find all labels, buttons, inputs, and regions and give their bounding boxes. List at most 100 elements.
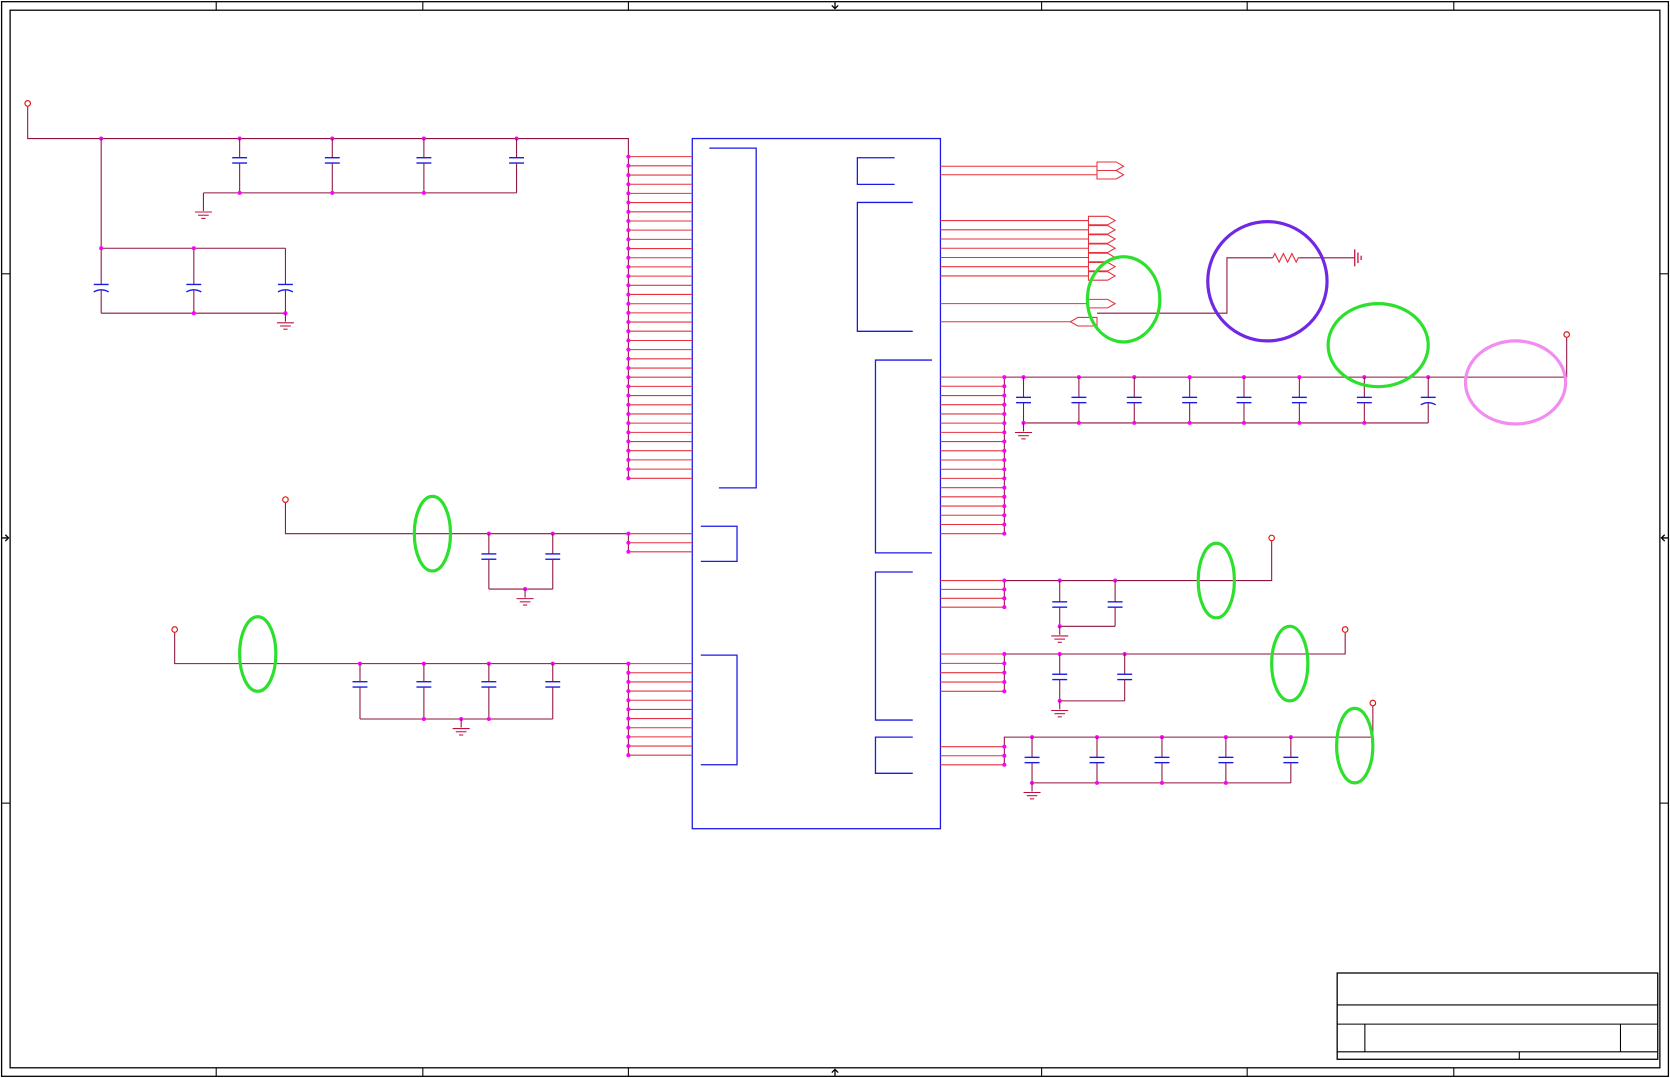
junction-dot [1094, 780, 1100, 785]
junction-dot [1002, 448, 1007, 453]
junction-dot [1002, 513, 1007, 518]
junction-dot [626, 457, 631, 462]
junction-dot [1132, 420, 1137, 425]
junction-dot [1002, 384, 1007, 389]
junction-dot [626, 421, 631, 426]
junction-dot [1002, 411, 1007, 416]
junction-dot [626, 670, 631, 675]
junction-dot [1076, 420, 1081, 425]
junction-dot [626, 255, 631, 260]
junction-dot [626, 292, 631, 297]
power-port-icon [1268, 534, 1276, 542]
power-port-icon [1369, 699, 1377, 707]
junction-dot [626, 347, 631, 352]
junction-dot [626, 329, 631, 334]
junction-dot [626, 228, 631, 233]
junction-dot [1002, 689, 1007, 694]
junction-dot [626, 402, 631, 407]
junction-dot [1002, 652, 1007, 657]
junction-dot [626, 540, 631, 545]
junction-dot [1002, 605, 1007, 610]
junction-dot [1002, 596, 1007, 601]
junction-dot [421, 716, 426, 722]
junction-dot [1223, 780, 1228, 785]
junction-dot [1002, 421, 1007, 426]
power-port-icon [282, 496, 289, 503]
junction-dot [1002, 467, 1007, 472]
junction-dot [626, 467, 631, 472]
junction-dot [626, 716, 631, 721]
power-port-icon [1341, 626, 1349, 633]
junction-dot [626, 264, 631, 269]
junction-dot [1002, 753, 1007, 758]
junction-dot [626, 448, 631, 453]
junction-dot [191, 311, 196, 316]
junction-dot [626, 476, 631, 481]
junction-dot [626, 237, 631, 242]
junction-dot [1002, 393, 1007, 398]
junction-dot [1002, 439, 1007, 444]
junction-dot [626, 200, 631, 205]
junction-dot [626, 218, 631, 223]
junction-dot [1002, 485, 1007, 490]
junction-dot [486, 716, 491, 722]
junction-dot [1002, 375, 1007, 380]
junction-dot [1002, 430, 1007, 435]
junction-dot [626, 182, 631, 187]
junction-dot [626, 366, 631, 371]
power-port-icon [24, 100, 32, 107]
junction-dot [626, 338, 631, 343]
junction-dot [1002, 402, 1007, 407]
junction-dot [1159, 780, 1164, 785]
junction-dot [421, 190, 426, 195]
junction-dot [1002, 476, 1007, 481]
junction-dot [237, 190, 242, 195]
sheet-background [0, 0, 1670, 1078]
junction-dot [191, 246, 196, 251]
junction-dot [626, 384, 631, 389]
junction-dot [1002, 670, 1007, 675]
junction-dot [626, 209, 631, 214]
junction-dot [626, 707, 631, 712]
junction-dot [626, 393, 631, 398]
junction-dot [626, 753, 631, 758]
junction-dot [330, 190, 335, 195]
junction-dot [1002, 661, 1007, 666]
junction-dot [626, 173, 631, 178]
junction-dot [626, 549, 631, 554]
junction-dot [626, 320, 631, 325]
junction-dot [626, 411, 631, 416]
junction-dot [1002, 587, 1007, 592]
junction-dot [1002, 680, 1007, 685]
junction-dot [626, 744, 631, 749]
junction-dot [1002, 531, 1007, 536]
junction-dot [1187, 420, 1192, 425]
junction-dot [626, 725, 631, 730]
junction-dot [626, 301, 631, 306]
junction-dot [1002, 578, 1007, 583]
junction-dot [626, 154, 631, 159]
junction-dot [626, 310, 631, 315]
schematic-sheet [0, 0, 1670, 1078]
junction-dot [626, 689, 631, 694]
junction-dot [1297, 420, 1302, 425]
junction-dot [626, 375, 631, 380]
junction-dot [626, 356, 631, 361]
junction-dot [1002, 494, 1007, 499]
junction-dot [626, 734, 631, 739]
junction-dot [626, 163, 631, 168]
junction-dot [626, 283, 631, 288]
junction-dot [1002, 762, 1007, 767]
junction-dot [626, 430, 631, 435]
junction-dot [626, 531, 631, 536]
junction-dot [1002, 522, 1007, 527]
junction-dot [626, 274, 631, 279]
junction-dot [626, 246, 631, 251]
junction-dot [99, 246, 104, 251]
junction-dot [1241, 420, 1247, 425]
junction-dot [1002, 744, 1007, 749]
junction-dot [1362, 420, 1367, 425]
junction-dot [1002, 504, 1007, 509]
power-port-icon [171, 626, 179, 633]
junction-dot [626, 698, 631, 703]
